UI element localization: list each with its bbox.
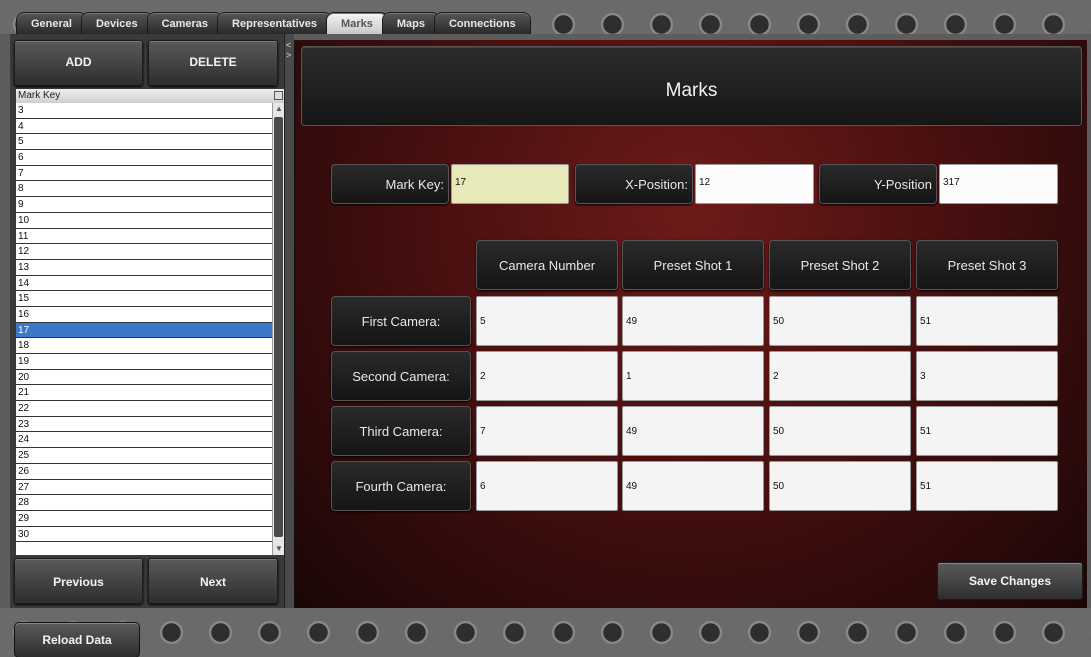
column-header: Camera Number bbox=[476, 240, 618, 290]
list-item[interactable]: 17 bbox=[16, 322, 272, 339]
previous-button[interactable]: Previous bbox=[14, 558, 143, 604]
camera-number-field[interactable]: 2 bbox=[476, 351, 618, 401]
reload-data-button[interactable]: Reload Data bbox=[14, 622, 140, 657]
list-item[interactable]: 15 bbox=[16, 291, 272, 307]
list-item[interactable]: 26 bbox=[16, 464, 272, 480]
list-item[interactable]: 18 bbox=[16, 338, 272, 354]
expand-right-icon[interactable]: > bbox=[286, 50, 291, 60]
list-item[interactable]: 24 bbox=[16, 432, 272, 449]
list-item[interactable]: 28 bbox=[16, 495, 272, 511]
list-item[interactable]: 14 bbox=[16, 276, 272, 292]
list-item[interactable]: 25 bbox=[16, 448, 272, 464]
preset-shot-field[interactable]: 49 bbox=[622, 406, 764, 456]
list-item[interactable]: 21 bbox=[16, 385, 272, 402]
tab-representatives[interactable]: Representatives bbox=[217, 12, 333, 34]
scrollbar-thumb[interactable] bbox=[274, 117, 283, 537]
preset-shot-field[interactable]: 50 bbox=[769, 461, 911, 511]
mark-key-label: Mark Key: bbox=[331, 164, 449, 204]
camera-number-field[interactable]: 5 bbox=[476, 296, 618, 346]
preset-shot-field[interactable]: 51 bbox=[916, 461, 1058, 511]
list-item[interactable]: 7 bbox=[16, 166, 272, 182]
panel-splitter[interactable]: < > bbox=[284, 34, 294, 608]
camera-row-label: Fourth Camera: bbox=[331, 461, 471, 511]
camera-row-label: First Camera: bbox=[331, 296, 471, 346]
preset-shot-field[interactable]: 50 bbox=[769, 296, 911, 346]
tabs-container: General Devices Cameras Representatives Mark… bbox=[16, 12, 531, 34]
preset-shot-field[interactable]: 49 bbox=[622, 461, 764, 511]
list-item[interactable]: 6 bbox=[16, 150, 272, 166]
list-item[interactable]: 10 bbox=[16, 213, 272, 229]
list-item[interactable]: 20 bbox=[16, 370, 272, 386]
tab-bar: General Devices Cameras Representatives Mark… bbox=[0, 0, 1091, 34]
list-item[interactable]: 13 bbox=[16, 260, 272, 276]
list-item[interactable]: 3 bbox=[16, 103, 272, 119]
save-changes-button[interactable]: Save Changes bbox=[937, 562, 1083, 600]
list-item[interactable]: 23 bbox=[16, 417, 272, 433]
list-header[interactable]: Mark Key bbox=[16, 89, 284, 103]
add-button[interactable]: ADD bbox=[14, 40, 143, 86]
bottom-bar: Reload Data bbox=[0, 608, 1091, 657]
column-header: Preset Shot 1 bbox=[622, 240, 764, 290]
list-item[interactable]: 27 bbox=[16, 480, 272, 496]
mark-key-list[interactable]: 3 4 5 6 7 8 9 10 11 12 13 14 15 16 17 18 19 20 21 22 23 24 25 2… bbox=[16, 103, 272, 555]
preset-shot-field[interactable]: 51 bbox=[916, 296, 1058, 346]
list-header-label: Mark Key bbox=[18, 90, 61, 101]
x-position-label: X-Position: bbox=[575, 164, 693, 204]
mark-key-field[interactable]: 17 bbox=[451, 164, 569, 204]
x-position-field[interactable]: 12 bbox=[695, 164, 814, 204]
list-item[interactable]: 8 bbox=[16, 181, 272, 198]
mark-list-panel: ADD DELETE Mark Key 3 4 5 6 7 8 9 10 11 12 13 14 15 1… bbox=[10, 34, 284, 608]
collapse-left-icon[interactable]: < bbox=[286, 40, 291, 50]
list-item[interactable]: 9 bbox=[16, 197, 272, 213]
list-item[interactable]: 29 bbox=[16, 511, 272, 527]
preset-shot-field[interactable]: 3 bbox=[916, 351, 1058, 401]
y-position-field[interactable]: 317 bbox=[939, 164, 1058, 204]
tab-devices[interactable]: Devices bbox=[80, 12, 153, 34]
tab-connections[interactable]: Connections bbox=[433, 12, 531, 34]
list-item[interactable]: 22 bbox=[16, 401, 272, 417]
list-item[interactable]: 11 bbox=[16, 229, 272, 245]
list-item[interactable]: 30 bbox=[16, 527, 272, 543]
delete-button[interactable]: DELETE bbox=[148, 40, 278, 86]
camera-row-label: Second Camera: bbox=[331, 351, 471, 401]
preset-shot-field[interactable]: 50 bbox=[769, 406, 911, 456]
tab-marks[interactable]: Marks bbox=[326, 12, 388, 34]
list-item[interactable]: 19 bbox=[16, 354, 272, 370]
list-item[interactable]: 5 bbox=[16, 134, 272, 151]
column-header: Preset Shot 3 bbox=[916, 240, 1058, 290]
marks-editor: Marks Mark Key: 17 X-Position: 12 Y-Posi… bbox=[294, 40, 1087, 608]
camera-number-field[interactable]: 7 bbox=[476, 406, 618, 456]
page-title: Marks bbox=[301, 46, 1082, 126]
y-position-label: Y-Position bbox=[819, 164, 937, 204]
list-scrollbar[interactable]: ▲ ▼ bbox=[272, 103, 284, 555]
camera-number-field[interactable]: 6 bbox=[476, 461, 618, 511]
column-chooser-icon[interactable] bbox=[274, 91, 283, 100]
tab-maps[interactable]: Maps bbox=[381, 12, 440, 34]
camera-row-label: Third Camera: bbox=[331, 406, 471, 456]
preset-shot-field[interactable]: 49 bbox=[622, 296, 764, 346]
column-header: Preset Shot 2 bbox=[769, 240, 911, 290]
tab-general[interactable]: General bbox=[16, 12, 87, 34]
preset-shot-field[interactable]: 1 bbox=[622, 351, 764, 401]
list-item[interactable]: 16 bbox=[16, 307, 272, 323]
next-button[interactable]: Next bbox=[148, 558, 278, 604]
preset-shot-field[interactable]: 2 bbox=[769, 351, 911, 401]
preset-shot-field[interactable]: 51 bbox=[916, 406, 1058, 456]
list-item[interactable]: 12 bbox=[16, 244, 272, 260]
tab-cameras[interactable]: Cameras bbox=[146, 12, 224, 34]
list-item[interactable]: 4 bbox=[16, 119, 272, 135]
